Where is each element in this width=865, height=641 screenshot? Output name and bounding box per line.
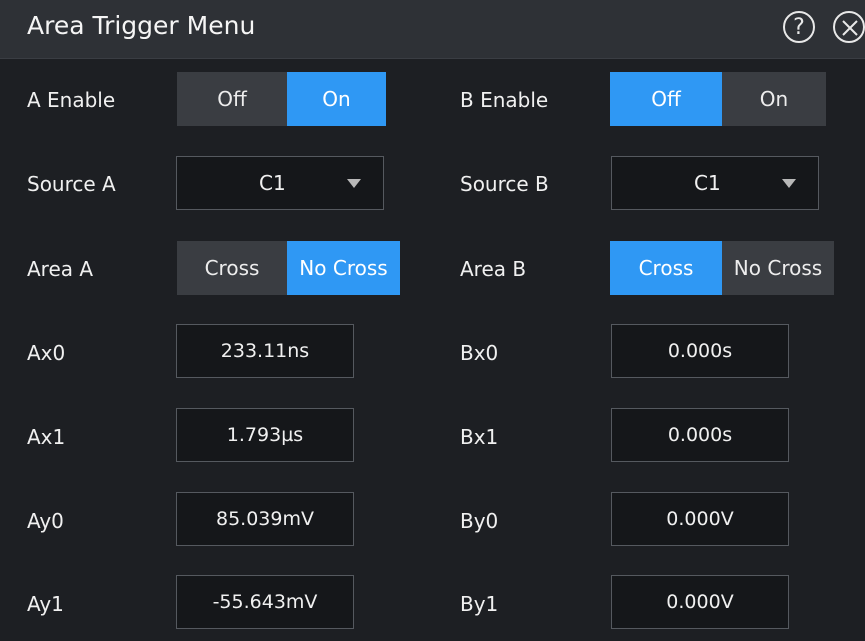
- title-bar: Area Trigger Menu ?: [0, 0, 865, 58]
- ay1-label: Ay1: [27, 592, 64, 616]
- bx0-input[interactable]: 0.000s: [611, 324, 789, 378]
- a-enable-on-option[interactable]: On: [287, 72, 386, 126]
- a-enable-off-option[interactable]: Off: [177, 72, 287, 126]
- close-icon[interactable]: [833, 11, 865, 43]
- help-icon[interactable]: ?: [783, 11, 815, 43]
- ax1-label: Ax1: [27, 425, 66, 449]
- bx0-label: Bx0: [460, 341, 499, 365]
- source-b-value: C1: [694, 171, 721, 195]
- ax0-input[interactable]: 233.11ns: [176, 324, 354, 378]
- ay1-input[interactable]: -55.643mV: [176, 575, 354, 629]
- ay0-input[interactable]: 85.039mV: [176, 492, 354, 546]
- by1-label: By1: [460, 592, 499, 616]
- b-enable-on-option[interactable]: On: [722, 72, 826, 126]
- ax0-label: Ax0: [27, 341, 66, 365]
- by0-label: By0: [460, 509, 499, 533]
- area-a-label: Area A: [27, 257, 94, 281]
- ay0-label: Ay0: [27, 509, 64, 533]
- help-symbol: ?: [793, 14, 805, 40]
- chevron-down-icon: [347, 179, 361, 188]
- b-enable-off-option[interactable]: Off: [610, 72, 722, 126]
- by1-input[interactable]: 0.000V: [611, 575, 789, 629]
- b-enable-label: B Enable: [460, 88, 549, 112]
- source-a-label: Source A: [27, 172, 116, 196]
- by0-input[interactable]: 0.000V: [611, 492, 789, 546]
- area-a-toggle[interactable]: Cross No Cross: [177, 241, 400, 295]
- source-a-value: C1: [259, 171, 286, 195]
- source-b-dropdown[interactable]: C1: [611, 156, 819, 210]
- ax1-input[interactable]: 1.793µs: [176, 408, 354, 462]
- source-a-dropdown[interactable]: C1: [176, 156, 384, 210]
- bx1-input[interactable]: 0.000s: [611, 408, 789, 462]
- area-a-cross-option[interactable]: Cross: [177, 241, 287, 295]
- area-b-no-cross-option[interactable]: No Cross: [722, 241, 834, 295]
- a-enable-toggle[interactable]: Off On: [177, 72, 386, 126]
- title-divider: [0, 58, 865, 59]
- area-a-no-cross-option[interactable]: No Cross: [287, 241, 400, 295]
- area-b-cross-option[interactable]: Cross: [610, 241, 722, 295]
- a-enable-label: A Enable: [27, 88, 116, 112]
- area-b-toggle[interactable]: Cross No Cross: [610, 241, 834, 295]
- bx1-label: Bx1: [460, 425, 499, 449]
- area-b-label: Area B: [460, 257, 527, 281]
- area-trigger-dialog: Area Trigger Menu ? A Enable Off On B En…: [0, 0, 865, 641]
- chevron-down-icon: [782, 179, 796, 188]
- b-enable-toggle[interactable]: Off On: [610, 72, 826, 126]
- source-b-label: Source B: [460, 172, 549, 196]
- dialog-title: Area Trigger Menu: [27, 11, 256, 40]
